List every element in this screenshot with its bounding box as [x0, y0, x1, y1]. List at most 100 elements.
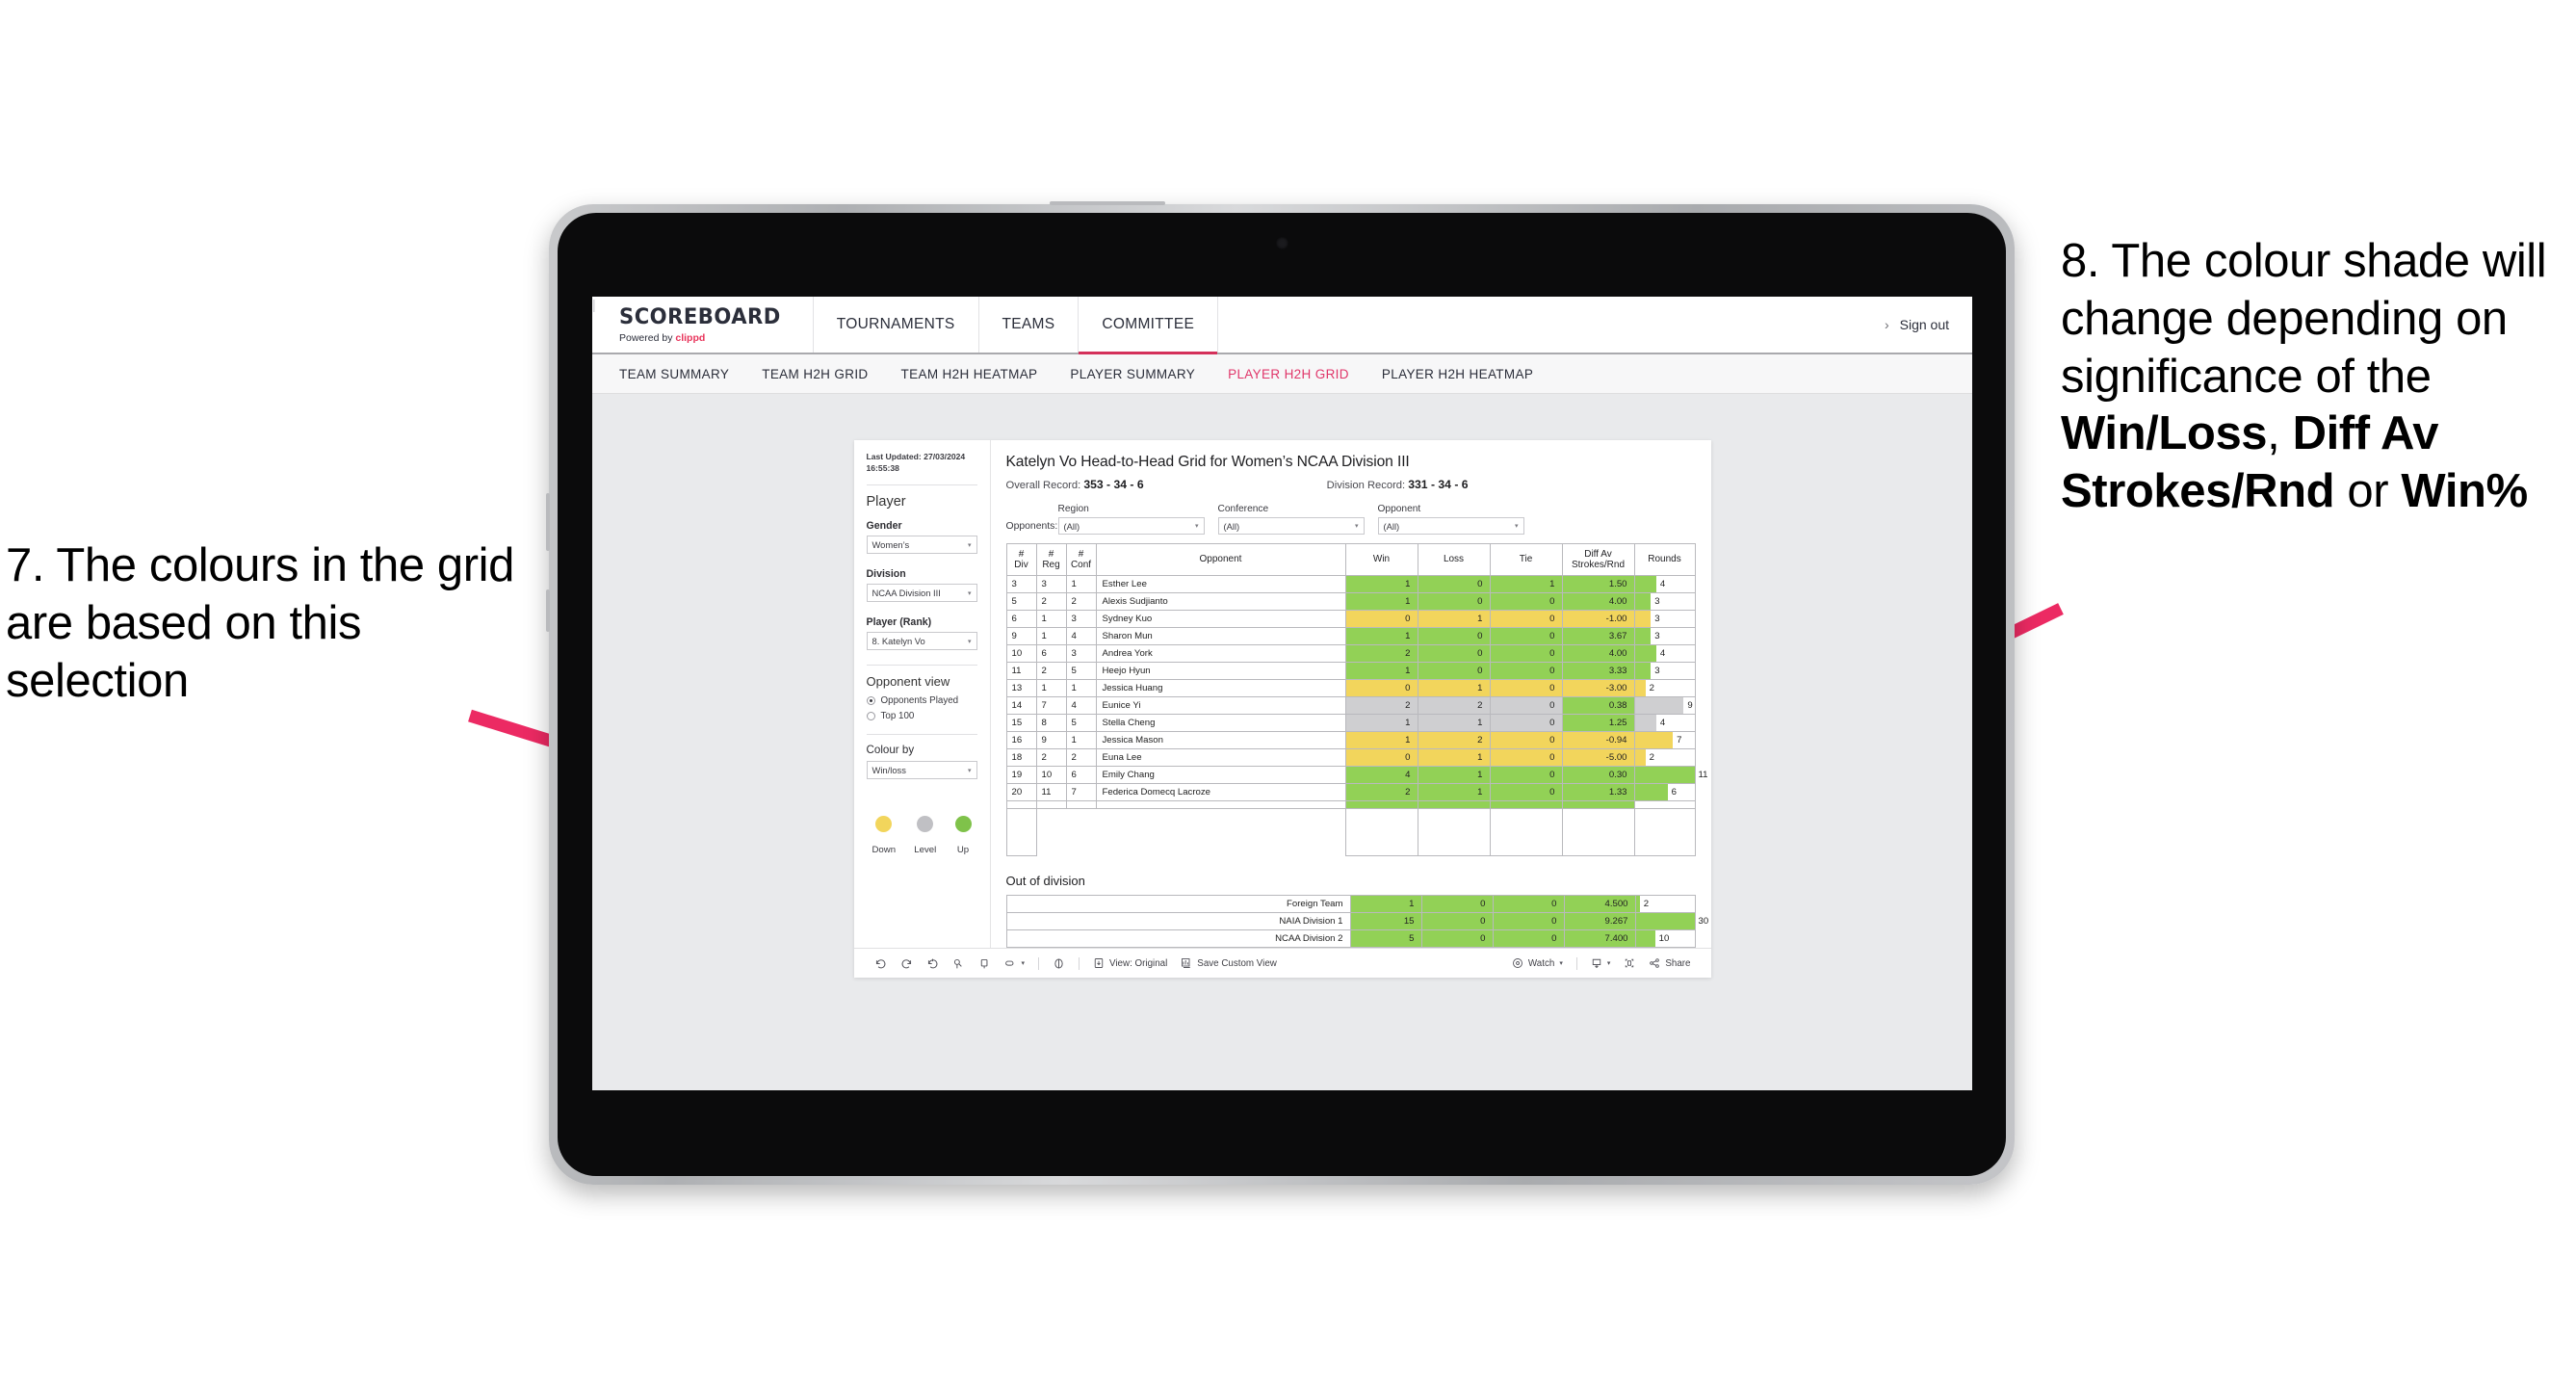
power-button: [546, 493, 550, 551]
cell-ood-rounds: 10: [1634, 929, 1696, 948]
dashboard-card-body: Last Updated: 27/03/2024 16:55:38 Player…: [854, 440, 1711, 948]
gender-select[interactable]: Women’s ▾: [866, 536, 977, 555]
division-record: Division Record: 331 - 34 - 6: [1327, 478, 1469, 491]
brand-logo[interactable]: SCOREBOARD Powered by clippd: [592, 297, 814, 353]
rounds-bar: [1634, 593, 1652, 610]
cell-filler: [1036, 808, 1066, 856]
table-row[interactable]: 19 10 6 Emily Chang 4 1 0 0.30 11: [1005, 766, 1707, 784]
table-row[interactable]: 14 7 4 Eunice Yi 2 2 0 0.38 9: [1005, 696, 1696, 715]
out-of-division-row[interactable]: Foreign Team 1 0 0 4.500 2: [1005, 895, 1696, 913]
division-select[interactable]: NCAA Division III ▾: [866, 584, 977, 603]
table-row[interactable]: 18 2 2 Euna Lee 0 1 0 -5.00 2: [1005, 748, 1696, 767]
cell-conf: 3: [1065, 644, 1097, 663]
signout-link[interactable]: Sign out: [1900, 317, 1949, 332]
fullscreen-button[interactable]: [1617, 957, 1642, 969]
chevron-down-icon: ▾: [967, 541, 972, 549]
rounds-bar: [1634, 645, 1656, 662]
grid-title: Katelyn Vo Head-to-Head Grid for Women’s…: [1005, 454, 1410, 470]
cell-reg: 11: [1035, 783, 1067, 801]
grid-main-area: Katelyn Vo Head-to-Head Grid for Women’s…: [991, 440, 1711, 948]
out-of-division-row[interactable]: NCAA Division 2 5 0 0 7.400 10: [1005, 929, 1696, 948]
pause-updates-button[interactable]: [972, 957, 998, 970]
history-button[interactable]: [1046, 957, 1072, 970]
undo-button[interactable]: [868, 957, 894, 970]
cell-win: 4: [1344, 766, 1418, 784]
nav-item-tournaments[interactable]: TOURNAMENTS: [814, 297, 979, 353]
cell-ood-name: NAIA Division 1: [1005, 912, 1351, 930]
tab-team-h2h-heatmap[interactable]: TEAM H2H HEATMAP: [901, 367, 1038, 381]
table-row[interactable]: 11 2 5 Heejo Hyun 1 0 0 3.33 3: [1005, 662, 1696, 680]
th-div: # Div: [1005, 543, 1037, 576]
app-header: SCOREBOARD Powered by clippd TOURNAMENTS…: [592, 297, 1972, 354]
rounds-value: 3: [1654, 596, 1660, 607]
table-row[interactable]: 13 1 1 Jessica Huang 0 1 0 -3.00 2: [1005, 679, 1696, 697]
cell-opponent: Stella Cheng: [1095, 714, 1346, 732]
conference-select[interactable]: (All) ▾: [1217, 517, 1365, 535]
cell-filler: [1561, 808, 1635, 856]
rounds-value: 4: [1659, 648, 1666, 659]
save-custom-view-button[interactable]: Save Custom View: [1174, 957, 1284, 969]
opponent-value: (All): [1383, 520, 1400, 532]
cell-rounds: 4: [1633, 714, 1696, 732]
cell-ood-tie: 0: [1492, 929, 1565, 948]
cell-reg: 6: [1035, 644, 1067, 663]
refresh-data-button[interactable]: [946, 957, 972, 970]
player-rank-select[interactable]: 8. Katelyn Vo ▾: [866, 632, 977, 651]
view-original-label: View: Original: [1109, 957, 1168, 969]
radio-selected-icon: [866, 696, 875, 706]
tab-team-summary[interactable]: TEAM SUMMARY: [619, 367, 729, 381]
th-win: Win: [1344, 543, 1418, 576]
table-row[interactable]: 9 1 4 Sharon Mun 1 0 0 3.67 3: [1005, 627, 1696, 645]
watch-button[interactable]: Watch ▾: [1505, 957, 1570, 969]
cell-clipped: [1005, 800, 1037, 809]
download-button[interactable]: ▾: [1584, 957, 1618, 969]
table-row[interactable]: 20 11 7 Federica Domecq Lacroze 2 1 0 1.33 6: [1005, 783, 1696, 801]
out-of-division-row[interactable]: NAIA Division 1 15 0 0 9.267 30: [1005, 912, 1708, 930]
highlight-dropdown[interactable]: ▾: [998, 957, 1032, 970]
table-row[interactable]: 6 1 3 Sydney Kuo 0 1 0 -1.00 3: [1005, 610, 1696, 628]
tab-team-h2h-grid[interactable]: TEAM H2H GRID: [762, 367, 868, 381]
tab-player-h2h-heatmap[interactable]: PLAYER H2H HEATMAP: [1382, 367, 1533, 381]
table-row[interactable]: 10 6 3 Andrea York 2 0 0 4.00 4: [1005, 644, 1696, 663]
cell-filler: [1005, 808, 1037, 856]
table-row[interactable]: 5 2 2 Alexis Sudjianto 1 0 0 4.00 3: [1005, 592, 1696, 611]
out-of-division-body: Foreign Team 1 0 0 4.500 2 NAIA Division 1 15 0 0…: [1005, 895, 1708, 948]
revert-button[interactable]: [920, 957, 946, 970]
tablet-screen: SCOREBOARD Powered by clippd TOURNAMENTS…: [592, 297, 1972, 1090]
cell-tie: 0: [1489, 644, 1563, 663]
cell-ood-tie: 0: [1492, 912, 1565, 930]
nav-item-committee[interactable]: COMMITTEE: [1079, 297, 1219, 354]
redo-button[interactable]: [894, 957, 920, 970]
h2h-grid-table: # Div # Reg # Conf Opponent Win Loss Tie Di…: [1005, 543, 1707, 856]
share-button[interactable]: Share: [1642, 957, 1697, 969]
cell-opponent: Emily Chang: [1095, 766, 1346, 784]
table-row[interactable]: 15 8 5 Stella Cheng 1 1 0 1.25 4: [1005, 714, 1696, 732]
opponent-select[interactable]: (All) ▾: [1377, 517, 1524, 535]
cell-loss: 2: [1417, 731, 1491, 749]
radio-unselected-icon: [866, 712, 875, 721]
colour-by-label: Colour by: [866, 744, 915, 757]
table-row[interactable]: 3 3 1 Esther Lee 1 0 1 1.50 4: [1005, 575, 1696, 593]
th-diff-av-strokes: Diff Av Strokes/Rnd: [1561, 543, 1635, 576]
tab-player-h2h-grid[interactable]: PLAYER H2H GRID: [1228, 367, 1349, 381]
cell-reg: 8: [1035, 714, 1067, 732]
cell-win: 0: [1344, 679, 1418, 697]
cell-conf: 7: [1065, 783, 1097, 801]
radio-top-100[interactable]: Top 100: [866, 711, 977, 721]
division-value: NCAA Division III: [872, 588, 941, 599]
cell-conf: 2: [1065, 748, 1097, 767]
opponent-filters: Opponents: Region (All) ▾ Conference (Al…: [1006, 504, 1696, 535]
nav-item-teams[interactable]: TEAMS: [979, 297, 1080, 353]
tab-player-summary[interactable]: PLAYER SUMMARY: [1070, 367, 1195, 381]
table-filler-row: [1005, 808, 1696, 856]
region-select[interactable]: (All) ▾: [1057, 517, 1205, 535]
radio-opponents-played[interactable]: Opponents Played: [866, 695, 977, 706]
table-row-clipped: [1005, 800, 1696, 809]
chevron-right-icon[interactable]: ›: [1885, 317, 1889, 332]
cell-win: 1: [1344, 627, 1418, 645]
table-row[interactable]: 16 9 1 Jessica Mason 1 2 0 -0.94 7: [1005, 731, 1696, 749]
rounds-bar: [1634, 732, 1674, 748]
cell-ood-rounds: 2: [1634, 895, 1696, 913]
view-original-button[interactable]: View: Original: [1086, 957, 1174, 969]
colour-by-select[interactable]: Win/loss ▾: [866, 761, 977, 780]
